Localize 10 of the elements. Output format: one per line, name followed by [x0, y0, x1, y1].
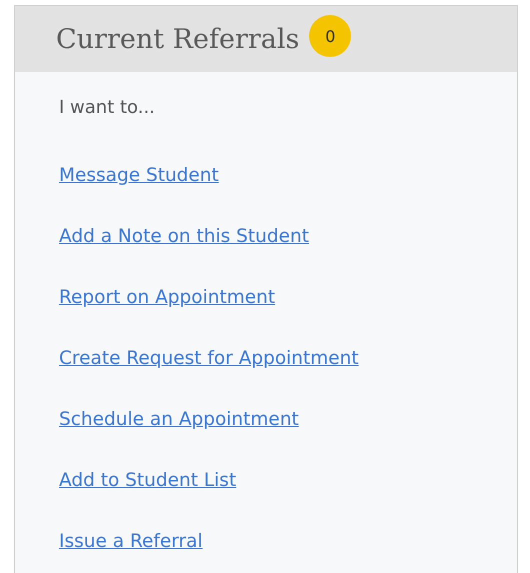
count-badge: 0 [309, 15, 352, 57]
action-link[interactable]: Report on Appointment [59, 285, 276, 311]
action-link[interactable]: Issue a Referral [59, 529, 203, 555]
intro-text: I want to... [59, 96, 155, 120]
panel-title: Current Referrals [56, 24, 300, 54]
action-link[interactable]: Create Request for Appointment [59, 346, 359, 372]
action-link[interactable]: Schedule an Appointment [59, 407, 299, 433]
action-link[interactable]: Message Student [59, 163, 219, 189]
action-link[interactable]: Add a Note on this Student [59, 224, 309, 250]
action-link[interactable]: Add to Student List [59, 468, 236, 494]
